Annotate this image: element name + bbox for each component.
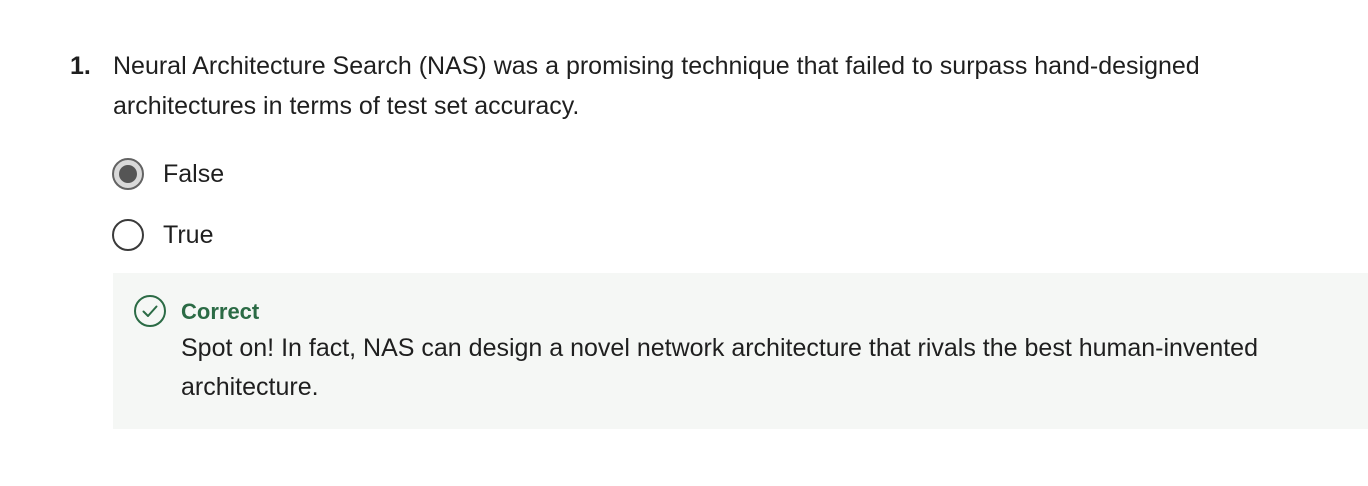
option-false[interactable]: False: [112, 154, 224, 194]
option-label-false: False: [163, 160, 225, 188]
answer-options: False True: [112, 154, 224, 276]
option-label-true: True: [163, 221, 214, 249]
feedback-panel: Correct Spot on! In fact, NAS can design…: [113, 273, 1368, 429]
feedback-status: Correct: [181, 299, 260, 324]
question-text: Neural Architecture Search (NAS) was a p…: [113, 52, 1200, 120]
radio-selected-dot: [119, 165, 137, 183]
feedback-message: Spot on! In fact, NAS can design a novel…: [181, 334, 1258, 401]
radio-false[interactable]: [112, 158, 144, 190]
question-number: 1.: [70, 52, 91, 80]
check-circle-icon: [133, 294, 167, 328]
option-true[interactable]: True: [112, 215, 224, 255]
radio-true[interactable]: [112, 219, 144, 251]
